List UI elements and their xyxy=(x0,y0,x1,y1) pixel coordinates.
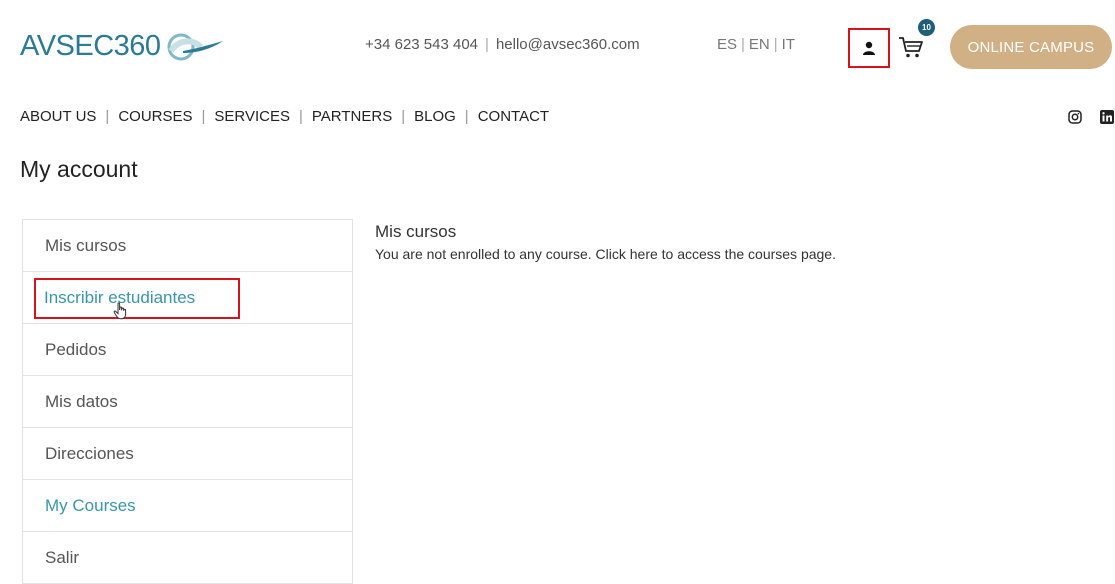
logo-bird-icon xyxy=(167,33,223,61)
nav-contact[interactable]: CONTACT xyxy=(478,108,549,125)
nav-blog[interactable]: BLOG xyxy=(414,108,456,125)
account-content: Mis cursos You are not enrolled to any c… xyxy=(375,222,836,262)
sidebar-item-direcciones[interactable]: Direcciones xyxy=(23,428,352,480)
divider: | xyxy=(773,36,778,53)
divider: | xyxy=(464,108,469,125)
sidebar-item-label: My Courses xyxy=(45,495,136,515)
user-icon xyxy=(863,41,875,55)
section-heading: Mis cursos xyxy=(375,222,457,241)
site-logo[interactable]: AVSEC360 xyxy=(20,26,227,66)
sidebar-item-pedidos[interactable]: Pedidos xyxy=(23,324,352,376)
lang-es[interactable]: ES xyxy=(717,36,737,53)
sidebar-item-label: Salir xyxy=(45,547,80,567)
divider: | xyxy=(741,36,745,53)
instagram-icon[interactable] xyxy=(1068,110,1082,124)
linkedin-icon[interactable] xyxy=(1100,110,1114,124)
logo-text: AVSEC360 xyxy=(20,29,161,62)
divider: | xyxy=(401,108,406,125)
contact-info: +34 623 543 404 | hello@avsec360.com xyxy=(365,36,640,53)
cart-icon[interactable] xyxy=(897,34,925,60)
nav-partners[interactable]: PARTNERS xyxy=(312,108,392,125)
hand-cursor-icon xyxy=(113,302,127,320)
page-title: My account xyxy=(20,156,138,182)
online-campus-button[interactable]: ONLINE CAMPUS xyxy=(950,25,1112,69)
sidebar-item-inscribir-estudiantes[interactable]: Inscribir estudiantes xyxy=(23,272,352,324)
phone-number[interactable]: +34 623 543 404 xyxy=(365,36,478,53)
lang-en[interactable]: EN xyxy=(749,36,770,53)
language-switcher: ES | EN | IT xyxy=(717,36,795,53)
sidebar-item-mis-datos[interactable]: Mis datos xyxy=(23,376,352,428)
account-button[interactable] xyxy=(848,28,890,68)
main-nav: ABOUT US | COURSES | SERVICES | PARTNERS… xyxy=(20,108,549,125)
lang-it[interactable]: IT xyxy=(782,36,795,53)
courses-page-link[interactable]: You are not enrolled to any course. Clic… xyxy=(375,246,836,262)
cart-count-badge: 10 xyxy=(918,19,935,36)
divider: | xyxy=(105,108,110,125)
email-address[interactable]: hello@avsec360.com xyxy=(496,36,640,53)
empty-courses-message: You are not enrolled to any course. Clic… xyxy=(375,246,836,262)
nav-services[interactable]: SERVICES xyxy=(214,108,290,125)
sidebar-item-my-courses[interactable]: My Courses xyxy=(23,480,352,532)
sidebar-item-label: Pedidos xyxy=(45,339,107,359)
sidebar-item-mis-cursos[interactable]: Mis cursos xyxy=(23,220,352,272)
sidebar-item-label: Mis datos xyxy=(45,391,118,411)
divider: | xyxy=(201,108,206,125)
sidebar-item-label: Direcciones xyxy=(45,443,134,463)
divider: | xyxy=(299,108,303,125)
account-sidebar: Mis cursos Inscribir estudiantes Pedidos… xyxy=(22,219,353,584)
sidebar-item-salir[interactable]: Salir xyxy=(23,532,352,584)
divider: | xyxy=(485,36,489,53)
nav-courses[interactable]: COURSES xyxy=(118,108,192,125)
sidebar-item-label: Inscribir estudiantes xyxy=(44,287,196,307)
social-links xyxy=(1068,110,1114,124)
sidebar-item-label: Mis cursos xyxy=(45,235,127,255)
nav-about-us[interactable]: ABOUT US xyxy=(20,108,96,125)
